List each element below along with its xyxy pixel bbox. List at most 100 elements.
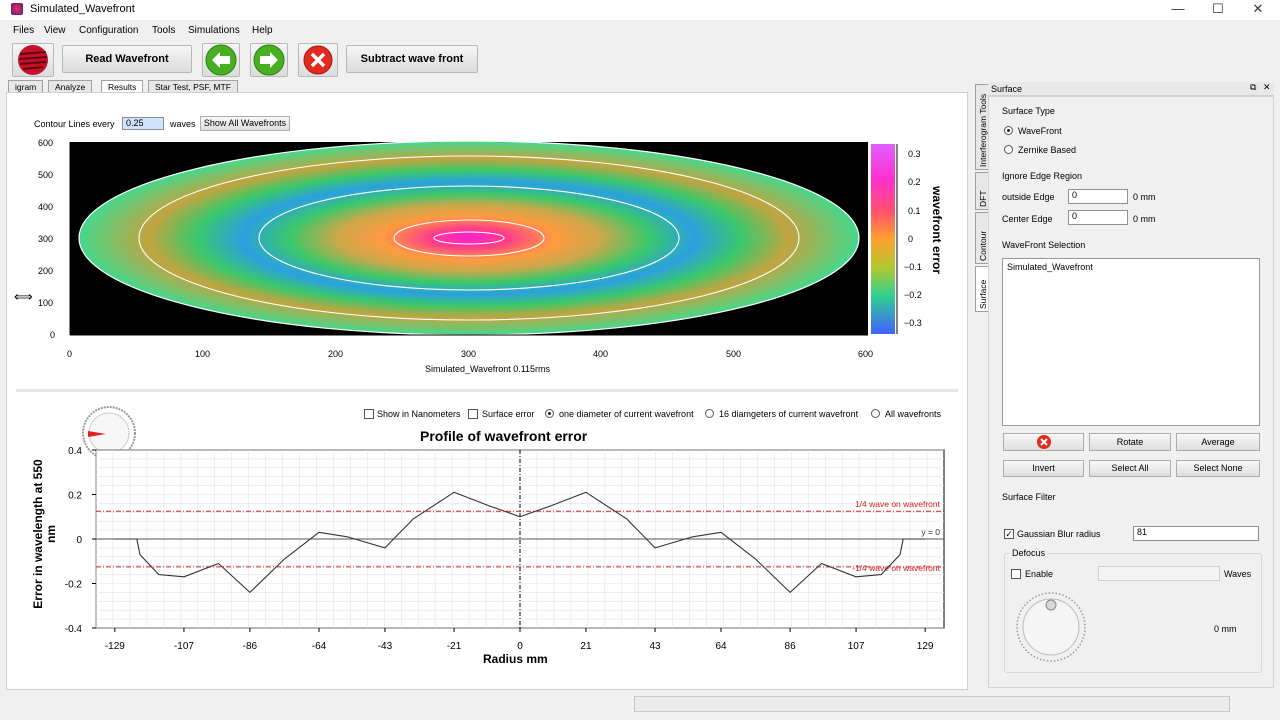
contour-units-label: waves [170, 119, 196, 129]
defocus-dial[interactable] [1010, 592, 1092, 666]
wavefront-radio[interactable] [1004, 126, 1013, 135]
menu-configuration[interactable]: Configuration [79, 25, 138, 36]
maximize-button[interactable]: ☐ [1198, 0, 1238, 20]
delete-selected-button[interactable] [1003, 433, 1084, 451]
subtract-wavefront-button[interactable]: Subtract wave front [346, 45, 478, 73]
one-diameter-label: one diameter of current wavefront [559, 409, 694, 419]
all-wavefronts-label: All wavefronts [885, 409, 942, 419]
menu-tools[interactable]: Tools [152, 25, 175, 36]
logo-icon [18, 45, 48, 75]
contour-y-tick: 200 [38, 266, 54, 276]
logo-button[interactable] [12, 43, 54, 77]
defocus-waves-input[interactable] [1098, 566, 1220, 581]
average-button[interactable]: Average [1176, 433, 1260, 451]
x-tick-label: -107 [174, 641, 194, 652]
wavefront-radio-label: WaveFront [1018, 126, 1062, 136]
dial-value: 0 mm [1214, 624, 1237, 634]
colorbar-tick: 0.2 [908, 177, 921, 187]
y-tick-label: 0.4 [68, 446, 82, 457]
center-edge-spinbox[interactable]: 0 [1068, 210, 1128, 225]
dock-close-icon[interactable]: ✕ [1263, 82, 1271, 93]
contour-caption: Simulated_Wavefront 0.115rms [425, 364, 551, 374]
vtab-dft[interactable]: DFT [975, 172, 989, 210]
vtab-contour[interactable]: Contour [975, 212, 989, 264]
minimize-button[interactable]: — [1158, 0, 1198, 20]
x-tick-label: 43 [649, 641, 661, 652]
wavefront-list[interactable] [1002, 258, 1260, 426]
wf-selection-label: WaveFront Selection [1002, 240, 1086, 250]
window-title: Simulated_Wavefront [30, 3, 135, 15]
contour-y-tick: 400 [38, 202, 54, 212]
vtab-surface[interactable]: Surface [975, 266, 989, 312]
annotation-label: 1/4 wave on wavefront [855, 499, 941, 509]
x-tick-label: -64 [312, 641, 327, 652]
contour-x-tick: 400 [593, 349, 609, 359]
progress-bar [634, 696, 1230, 712]
tab-igram[interactable]: igram [8, 80, 44, 92]
read-wavefront-button[interactable]: Read Wavefront [62, 45, 192, 73]
menu-simulations[interactable]: Simulations [188, 25, 240, 36]
colorbar-tick: 0.1 [908, 206, 921, 216]
forward-button[interactable] [250, 43, 288, 77]
contour-y-tick: 600 [38, 138, 54, 148]
center-edge-unit: 0 mm [1133, 214, 1156, 224]
zernike-radio[interactable] [1004, 145, 1013, 154]
gaussian-radius-spinbox[interactable]: 81 [1133, 526, 1259, 541]
menu-help[interactable]: Help [252, 25, 273, 36]
all-wavefronts-radio[interactable] [871, 409, 880, 418]
contour-x-tick: 500 [726, 349, 742, 359]
title-bar [0, 0, 1280, 20]
show-nanometers-label: Show in Nanometers [377, 409, 461, 419]
defocus-enable-checkbox[interactable] [1011, 569, 1021, 579]
select-none-button[interactable]: Select None [1176, 460, 1260, 477]
x-tick-label: 0 [517, 641, 523, 652]
sixteen-diameters-label: 16 diamgeters of current wavefront [719, 409, 859, 419]
delete-wavefront-button[interactable] [298, 43, 338, 77]
float-icon[interactable]: ⧉ [1250, 82, 1256, 93]
tab-analyze[interactable]: Analyze [48, 80, 93, 92]
select-all-button[interactable]: Select All [1089, 460, 1171, 477]
resize-cursor-icon: ⟺ [14, 289, 33, 304]
tab-star-test[interactable]: Star Test, PSF, MTF [148, 80, 238, 92]
outside-edge-spinbox[interactable]: 0 [1068, 189, 1128, 204]
y-tick-label: -0.2 [65, 580, 83, 591]
x-tick-label: -21 [447, 641, 462, 652]
sixteen-diameters-radio[interactable] [705, 409, 714, 418]
annotation-label: y = 0 [921, 527, 940, 537]
wavefront-map [78, 140, 860, 336]
x-tick-label: -86 [243, 641, 258, 652]
colorbar-label: wavefront error [930, 186, 944, 275]
vtab-label: Interferogram Tools [978, 93, 988, 167]
rotate-button[interactable]: Rotate [1089, 433, 1171, 451]
y-tick-label: 0 [76, 535, 82, 546]
menu-view[interactable]: View [44, 25, 66, 36]
invert-button[interactable]: Invert [1003, 460, 1084, 477]
surface-error-label: Surface error [482, 409, 535, 419]
menu-files[interactable]: Files [13, 25, 34, 36]
colorbar [871, 144, 895, 334]
surface-filter-label: Surface Filter [1002, 492, 1056, 502]
colorbar-tick: −0.2 [904, 290, 922, 300]
contour-interval-input[interactable]: 0.25 [122, 117, 164, 130]
surface-error-checkbox[interactable] [468, 409, 478, 419]
annotation-label: -1/4 wave on wavefront [852, 563, 941, 573]
show-all-wavefronts-button[interactable]: Show All Wavefronts [200, 116, 290, 131]
close-button[interactable]: ✕ [1238, 0, 1278, 20]
show-nanometers-checkbox[interactable] [364, 409, 374, 419]
back-button[interactable] [202, 43, 240, 77]
list-item[interactable]: Simulated_Wavefront [1007, 262, 1093, 272]
gaussian-blur-checkbox[interactable]: ✓ [1004, 529, 1014, 539]
outside-edge-unit: 0 mm [1133, 192, 1156, 202]
app-icon [11, 3, 23, 15]
vtab-interferogram-tools[interactable]: Interferogram Tools [975, 84, 989, 170]
x-tick-label: 64 [715, 641, 727, 652]
defocus-label: Defocus [1010, 548, 1048, 558]
x-tick-label: 107 [848, 641, 865, 652]
surface-type-label: Surface Type [1002, 106, 1055, 116]
x-tick-label: -43 [378, 641, 393, 652]
splitter[interactable] [16, 389, 958, 392]
profile-chart: -129 -107 -86 -64 -43 -21 0 21 43 64 86 107 129 0.4 0.… [65, 446, 945, 652]
one-diameter-radio[interactable] [545, 409, 554, 418]
dock-header [988, 82, 1274, 96]
tab-results[interactable]: Results [101, 80, 144, 92]
